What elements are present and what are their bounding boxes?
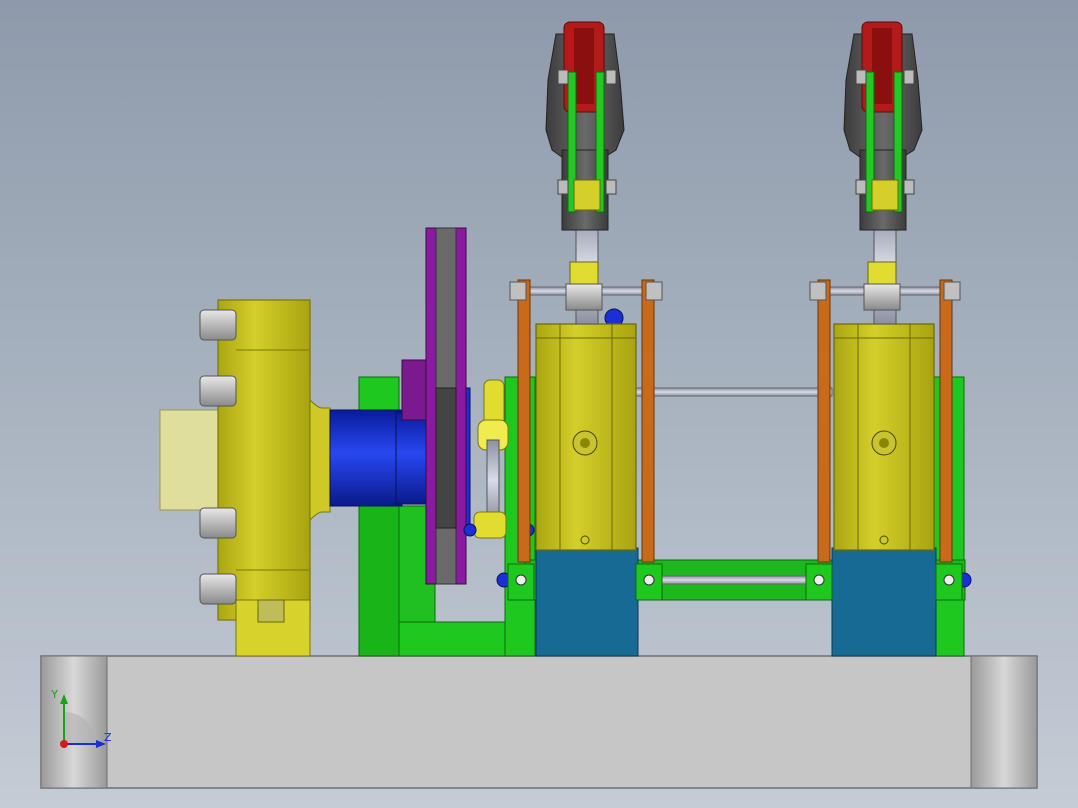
triad-x-axis [60, 740, 68, 748]
cad-viewport[interactable]: Y Z [0, 0, 1078, 808]
triad-y-label: Y [50, 688, 58, 701]
base-plate[interactable] [40, 655, 1038, 789]
triad-z-label: Z [104, 731, 112, 744]
model-canvas[interactable]: Y Z [0, 0, 1078, 808]
